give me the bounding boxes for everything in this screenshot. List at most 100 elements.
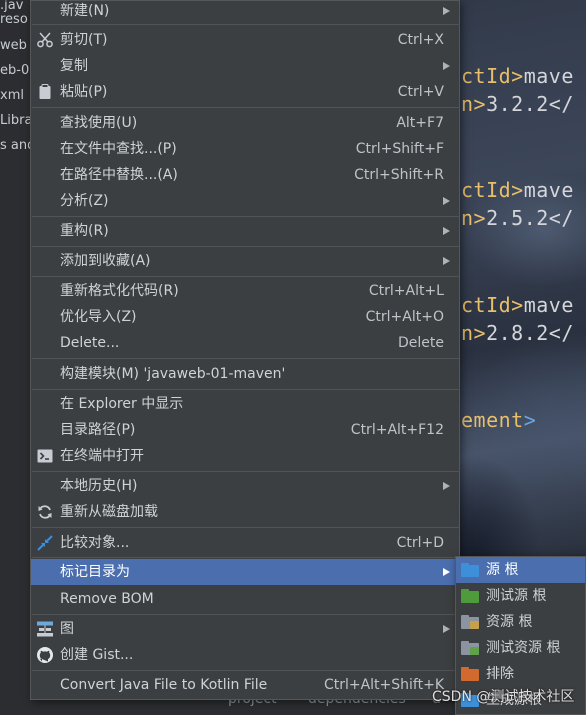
tree-item[interactable]: eb-0 xyxy=(0,61,29,81)
submenu-arrow-icon xyxy=(443,482,450,490)
menu-label: 图 xyxy=(60,621,74,637)
menu-shortcut: Ctrl+Shift+F xyxy=(355,141,444,157)
menu-item-convert-to-kotlin[interactable]: Convert Java File to Kotlin File Ctrl+Al… xyxy=(31,672,459,698)
menu-label: 标记目录为 xyxy=(60,564,130,580)
menu-shortcut: Delete xyxy=(398,335,444,351)
menu-item-reload-from-disk[interactable]: 重新从磁盘加载 xyxy=(31,499,459,525)
menu-shortcut: Alt+F7 xyxy=(396,115,444,131)
tree-item[interactable]: s and xyxy=(0,136,32,156)
scissors-icon xyxy=(36,31,54,49)
submenu-item-resources-root[interactable]: 资源 根 xyxy=(456,609,585,635)
menu-separator xyxy=(32,216,460,217)
menu-item-local-history[interactable]: 本地历史(H) xyxy=(31,473,459,499)
submenu-arrow-icon xyxy=(443,197,450,205)
menu-item-cut[interactable]: 剪切(T) Ctrl+X xyxy=(31,27,459,53)
menu-separator xyxy=(32,389,460,390)
menu-shortcut: Ctrl+Alt+O xyxy=(365,309,444,325)
menu-item-replace-in-path[interactable]: 在路径中替换...(A) Ctrl+Shift+R xyxy=(31,162,459,188)
menu-label: 创建 Gist... xyxy=(60,647,134,663)
excluded-folder-icon xyxy=(461,667,479,681)
resources-folder-icon xyxy=(461,615,479,629)
folder-icon xyxy=(461,563,479,577)
submenu-item-sources-root[interactable]: 源 根 xyxy=(456,557,585,583)
menu-shortcut: Ctrl+Alt+Shift+K xyxy=(323,677,444,693)
menu-separator xyxy=(32,246,460,247)
code-line: n>2.5.2</ xyxy=(461,206,574,230)
menu-label: 在 Explorer 中显示 xyxy=(60,396,184,412)
context-menu: 新建(N) 剪切(T) Ctrl+X 复制 粘贴(P) Ctrl+V 查找使用(… xyxy=(30,0,460,700)
menu-item-open-in-terminal[interactable]: 在终端中打开 xyxy=(31,443,459,469)
menu-label: 重新格式化代码(R) xyxy=(60,283,179,299)
menu-item-paste[interactable]: 粘贴(P) Ctrl+V xyxy=(31,79,459,105)
menu-item-directory-path[interactable]: 目录路径(P) Ctrl+Alt+F12 xyxy=(31,417,459,443)
menu-shortcut: Ctrl+Alt+L xyxy=(368,283,444,299)
menu-label: 目录路径(P) xyxy=(60,422,136,438)
menu-separator xyxy=(32,107,460,108)
menu-item-reformat-code[interactable]: 重新格式化代码(R) Ctrl+Alt+L xyxy=(31,278,459,304)
code-line: ement> xyxy=(461,408,537,432)
menu-label: 在文件中查找...(P) xyxy=(60,141,177,157)
submenu-label: 资源 根 xyxy=(486,614,533,630)
submenu-arrow-icon xyxy=(443,7,450,15)
menu-item-add-to-favorites[interactable]: 添加到收藏(A) xyxy=(31,248,459,274)
submenu-arrow-icon xyxy=(443,257,450,265)
tree-item[interactable]: xml xyxy=(0,86,24,106)
menu-label: 构建模块(M) 'javaweb-01-maven' xyxy=(60,366,286,382)
menu-item-create-gist[interactable]: 创建 Gist... xyxy=(31,642,459,668)
menu-separator xyxy=(32,471,460,472)
submenu-arrow-icon xyxy=(443,227,450,235)
submenu-item-excluded[interactable]: 排除 xyxy=(456,661,585,687)
menu-separator xyxy=(32,614,460,615)
menu-item-diagrams[interactable]: 图 xyxy=(31,616,459,642)
menu-separator xyxy=(32,527,460,528)
menu-label: Remove BOM xyxy=(60,591,154,607)
submenu-arrow-icon xyxy=(443,568,450,576)
menu-label: 在路径中替换...(A) xyxy=(60,167,178,183)
tree-item[interactable]: reso xyxy=(0,10,28,30)
menu-item-mark-directory-as[interactable]: 标记目录为 xyxy=(31,559,459,585)
menu-label: 剪切(T) xyxy=(60,32,108,48)
menu-item-show-in-explorer[interactable]: 在 Explorer 中显示 xyxy=(31,391,459,417)
menu-label: 比较对象... xyxy=(60,535,130,551)
menu-item-optimize-imports[interactable]: 优化导入(Z) Ctrl+Alt+O xyxy=(31,304,459,330)
menu-item-find-in-files[interactable]: 在文件中查找...(P) Ctrl+Shift+F xyxy=(31,136,459,162)
menu-label: 新建(N) xyxy=(60,3,110,19)
menu-shortcut: Ctrl+X xyxy=(397,32,444,48)
folder-icon xyxy=(461,589,479,603)
submenu-label: 排除 xyxy=(486,666,514,682)
menu-label: 粘贴(P) xyxy=(60,84,108,100)
menu-separator xyxy=(32,670,460,671)
menu-label: 添加到收藏(A) xyxy=(60,253,151,269)
menu-shortcut: Ctrl+Alt+F12 xyxy=(350,422,444,438)
submenu-label: 测试源 根 xyxy=(486,588,547,604)
reload-icon xyxy=(36,503,54,521)
diagram-icon xyxy=(36,620,54,638)
menu-item-remove-bom[interactable]: Remove BOM xyxy=(31,586,459,612)
menu-item-compare-with[interactable]: 比较对象... Ctrl+D xyxy=(31,530,459,556)
menu-item-delete[interactable]: Delete... Delete xyxy=(31,330,459,356)
submenu-label: 测试资源 根 xyxy=(486,640,561,656)
test-resources-folder-icon xyxy=(461,641,479,655)
github-icon xyxy=(36,646,54,664)
submenu-item-test-resources-root[interactable]: 测试资源 根 xyxy=(456,635,585,661)
tree-item[interactable]: Libra xyxy=(0,111,32,131)
menu-label: 本地历史(H) xyxy=(60,478,138,494)
menu-item-new[interactable]: 新建(N) xyxy=(31,0,459,24)
menu-item-copy[interactable]: 复制 xyxy=(31,53,459,79)
terminal-icon xyxy=(36,447,54,465)
tree-item[interactable]: web xyxy=(0,36,27,56)
watermark: CSDN @测试技术社区 xyxy=(432,689,575,705)
code-line: n>3.2.2</ xyxy=(461,92,574,116)
menu-label: 复制 xyxy=(60,58,88,74)
code-line: ctId>mave xyxy=(461,64,574,88)
code-line: n>2.8.2</ xyxy=(461,321,574,345)
menu-item-build-module[interactable]: 构建模块(M) 'javaweb-01-maven' xyxy=(31,361,459,387)
menu-item-refactor[interactable]: 重构(R) xyxy=(31,218,459,244)
menu-label: 优化导入(Z) xyxy=(60,309,137,325)
menu-separator xyxy=(32,358,460,359)
submenu-item-test-sources-root[interactable]: 测试源 根 xyxy=(456,583,585,609)
menu-separator xyxy=(32,557,460,558)
menu-item-find-usages[interactable]: 查找使用(U) Alt+F7 xyxy=(31,110,459,136)
menu-label: 重构(R) xyxy=(60,223,109,239)
menu-item-analyze[interactable]: 分析(Z) xyxy=(31,188,459,214)
